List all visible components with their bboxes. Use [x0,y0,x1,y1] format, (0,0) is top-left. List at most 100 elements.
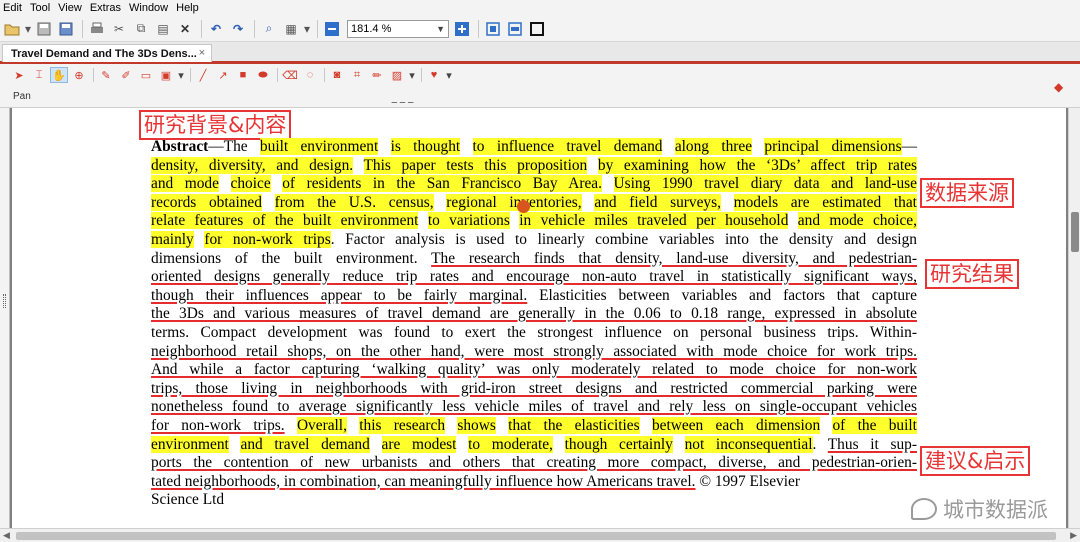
toolbar-separator [421,68,422,82]
zoom-tool-icon[interactable]: ⊕ [70,67,88,83]
crop-icon[interactable]: ⌗ [348,67,366,83]
select-arrow-icon[interactable]: ➤ [10,67,28,83]
resize-grip[interactable] [3,294,6,308]
annotation-research-background[interactable]: 研究背景&内容 [139,110,292,140]
annotation-suggestions[interactable]: 建议&启示 [920,446,1031,476]
highlighter-icon[interactable]: ✐ [117,67,135,83]
heart-icon[interactable]: ♥ [425,67,443,83]
cut-icon[interactable]: ✂ [109,19,129,39]
scroll-left-icon[interactable]: ◀ [3,530,10,541]
abstract-line: records obtained from the U.S. census, r… [151,193,917,213]
annotation-research-results[interactable]: 研究结果 [925,259,1019,289]
find-binoculars-icon[interactable]: ⌕ [259,19,279,39]
abstract-line-text: records obtained from the U.S. census, r… [151,193,917,211]
copy-icon[interactable]: ⧉ [131,19,151,39]
scroll-right-icon[interactable]: ▶ [1070,530,1077,541]
annotation-toolbar: ➤ ⌶ ✋ ⊕ ✎ ✐ ▭ ▣ ▾ ╱ ↗ ■ ⬬ ⌫ ◌ ◙ ⌗ ✏ ▨ ▾ … [0,64,1080,108]
abstract-line: terms. Compact development was found to … [151,324,917,343]
abstract-line: density, diversity, and design. This pap… [151,156,917,176]
toolbar-separator [317,19,318,38]
abstract-line-text: neighborhood retail shops, on the other … [151,342,917,360]
abstract-line: the 3Ds and various measures of travel d… [151,305,917,324]
abstract-line: oriented designs generally reduce trip r… [151,268,917,287]
abstract-line: relate features of the built environment… [151,212,917,231]
pdf-page[interactable]: ‾ ‾ ‾ 研究背景&内容 数据来源 研究结果 建议&启示 Abstract—T… [12,102,1066,528]
abstract-line-text: relate features of the built environment… [151,212,917,230]
delete-icon[interactable]: ✕ [175,19,195,39]
tab-document[interactable]: Travel Demand and The 3Ds Dens... × [2,44,212,62]
abstract-line: though their influences appear to be fai… [151,287,917,306]
abstract-line-text: Science Ltd [151,491,225,509]
abstract-line-text: for non-work trips. Overall, this resear… [151,416,917,434]
menu-window[interactable]: Window [126,2,173,14]
abstract-line: ports the contention of new urbanists an… [151,454,917,473]
pan-hand-icon[interactable]: ✋ [50,67,68,83]
abstract-line-text: And while a factor capturing ‘walking qu… [151,361,917,379]
abstract-line: nonetheless found to average significant… [151,398,917,417]
save-icon[interactable] [34,19,54,39]
abstract-line-text: environment and travel demand are modest… [151,435,917,453]
abstract-line-text: oriented designs generally reduce trip r… [151,268,917,286]
fullscreen-icon[interactable] [527,19,547,39]
open-folder-icon[interactable] [2,19,22,39]
dropdown-arrow-icon[interactable]: ▾ [445,67,453,83]
stamp-icon[interactable]: ▣ [157,67,175,83]
dropdown-arrow-icon[interactable]: ▾ [303,19,311,39]
close-icon[interactable]: × [199,47,205,59]
toolbar-separator [324,68,325,82]
marker-icon[interactable]: ✏ [368,67,386,83]
side-panel-collapsed[interactable] [0,108,10,528]
vertical-scrollbar[interactable] [1068,108,1080,528]
abstract-line: tated neighborhoods, in combination, can… [151,473,917,492]
redo-icon[interactable]: ↷ [228,19,248,39]
arrow-line-icon[interactable]: ↗ [214,67,232,83]
abstract-line-text: trips, those living in neighborhoods wit… [151,379,917,397]
save-as-icon[interactable] [56,19,76,39]
zoom-in-icon[interactable] [452,19,472,39]
image-icon[interactable]: ▨ [388,67,406,83]
pen-icon[interactable]: ✎ [97,67,115,83]
print-icon[interactable] [87,19,107,39]
menu-tool[interactable]: Tool [27,2,55,14]
horizontal-scrollbar[interactable]: ◀ ▶ [0,528,1080,542]
paste-icon[interactable]: ▤ [153,19,173,39]
zoom-out-icon[interactable] [322,19,342,39]
abstract-line-text: ports the contention of new urbanists an… [151,454,917,472]
menu-help[interactable]: Help [173,2,204,14]
menu-extras[interactable]: Extras [87,2,126,14]
camera-icon[interactable]: ◙ [328,67,346,83]
watermark: 城市数据派 [911,494,1048,524]
vertical-scroll-thumb[interactable] [1071,212,1079,252]
toolbar-separator [478,19,479,38]
dropdown-arrow-icon[interactable]: ▾ [24,19,32,39]
fit-width-icon[interactable] [505,19,525,39]
properties-brush-icon[interactable]: ◆ [1054,80,1068,94]
select-text-icon[interactable]: ⌶ [30,67,48,83]
wechat-icon [911,498,937,520]
document-tab-bar: Travel Demand and The 3Ds Dens... × [0,42,1080,64]
undo-icon[interactable]: ↶ [206,19,226,39]
fit-page-icon[interactable] [483,19,503,39]
rectangle-icon[interactable]: ■ [234,67,252,83]
page-layout-icon[interactable]: ▦ [281,19,301,39]
zoom-select[interactable]: 181.4 % ▼ [347,19,449,38]
abstract-line-text: density, diversity, and design. This pap… [151,156,917,174]
abstract-line: And while a factor capturing ‘walking qu… [151,361,917,380]
lasso-icon[interactable]: ◌ [301,67,319,83]
eraser-icon[interactable]: ⌫ [281,67,299,83]
menu-edit[interactable]: Edit [0,2,27,14]
toolbar-separator [93,68,94,82]
abstract-line: trips, those living in neighborhoods wit… [151,380,917,399]
annotation-data-source[interactable]: 数据来源 [920,178,1014,208]
chevron-down-icon: ▼ [436,23,445,34]
line-icon[interactable]: ╱ [194,67,212,83]
ellipse-icon[interactable]: ⬬ [254,67,272,83]
cursor-marker [517,200,530,213]
dropdown-arrow-icon[interactable]: ▾ [408,67,416,83]
menu-view[interactable]: View [55,2,87,14]
text-box-icon[interactable]: ▭ [137,67,155,83]
abstract-line-text: nonetheless found to average significant… [151,398,917,416]
horizontal-scroll-thumb[interactable] [16,532,1056,540]
dropdown-arrow-icon[interactable]: ▾ [177,67,185,83]
main-toolbar: ▾ ✂ ⧉ ▤ ✕ ↶ ↷ ⌕ ▦ ▾ 181.4 % ▼ [0,16,1080,42]
